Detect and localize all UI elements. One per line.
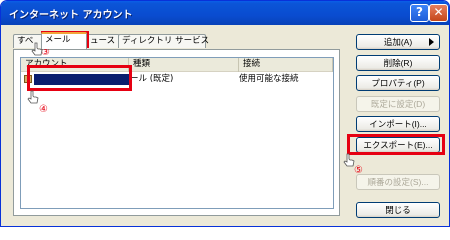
- tab-mail[interactable]: メール: [41, 32, 87, 49]
- help-button[interactable]: ?: [410, 4, 429, 22]
- highlight-export-button: [347, 134, 445, 155]
- help-icon: ?: [416, 5, 423, 19]
- arrow-right-icon: [429, 38, 434, 46]
- set-order-button[interactable]: 順番の設定(S)...: [356, 174, 440, 190]
- pointer-icon: [343, 153, 355, 167]
- remove-button[interactable]: 削除(R): [356, 55, 440, 71]
- add-button[interactable]: 追加(A): [356, 34, 440, 50]
- close-icon: ✕: [433, 5, 444, 19]
- import-button[interactable]: インポート(I)...: [356, 116, 440, 132]
- set-default-button[interactable]: 既定に設定(D): [356, 96, 440, 112]
- step-4-marker: ④: [39, 104, 48, 115]
- type-cell: ール (既定): [130, 74, 174, 84]
- pointer-icon: [27, 90, 39, 104]
- highlight-account-row: [27, 65, 132, 91]
- close-window-button[interactable]: ✕: [429, 4, 448, 22]
- close-button[interactable]: 閉じる: [356, 202, 440, 218]
- internet-accounts-dialog: インターネット アカウント ? ✕ すべ メール ュース ディレクトリ サービス…: [0, 0, 450, 227]
- title-bar: インターネット アカウント ? ✕: [1, 1, 449, 25]
- column-header-type[interactable]: 種類: [129, 58, 239, 72]
- column-header-connection[interactable]: 接続: [239, 58, 333, 72]
- tab-directory-service[interactable]: ディレクトリ サービス: [118, 34, 209, 48]
- window-title: インターネット アカウント: [9, 10, 133, 21]
- properties-button[interactable]: プロパティ(P): [356, 75, 440, 91]
- add-button-label: 追加(A): [383, 37, 413, 47]
- tab-news[interactable]: ュース: [86, 34, 120, 48]
- connection-cell: 使用可能な接続: [239, 74, 299, 84]
